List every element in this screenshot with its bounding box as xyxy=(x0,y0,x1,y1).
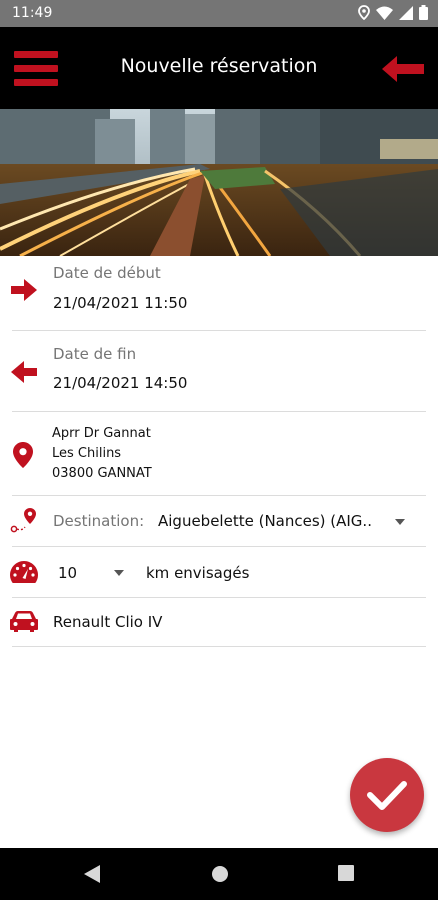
wifi-icon xyxy=(376,6,393,20)
address-line-2: Les Chilins xyxy=(52,446,122,461)
header-city-image xyxy=(0,109,438,256)
back-arrow-icon[interactable] xyxy=(380,53,426,85)
system-nav-bar xyxy=(0,848,438,900)
divider xyxy=(12,411,426,412)
nav-home-icon[interactable] xyxy=(211,865,229,883)
status-icons xyxy=(358,5,428,20)
address-line-3: 03800 GANNAT xyxy=(52,466,152,481)
divider xyxy=(12,597,426,598)
destination-select[interactable]: Aiguebelette (Nances) (AIG.. xyxy=(158,512,372,530)
location-status-icon xyxy=(358,5,370,20)
car-icon xyxy=(10,611,38,632)
signal-icon xyxy=(399,5,413,20)
start-date-label: Date de début xyxy=(53,264,161,282)
pickup-address: Aprr Dr Gannat Les Chilins 03800 GANNAT xyxy=(52,424,152,484)
status-time: 11:49 xyxy=(12,5,53,21)
arrow-right-icon xyxy=(11,279,37,301)
distance-dropdown-arrow[interactable] xyxy=(114,570,124,576)
confirm-button[interactable] xyxy=(350,758,424,832)
page-title: Nouvelle réservation xyxy=(120,55,318,77)
address-line-1: Aprr Dr Gannat xyxy=(52,426,151,441)
end-date-label: Date de fin xyxy=(53,345,137,363)
divider xyxy=(12,330,426,331)
speedometer-icon xyxy=(10,561,38,583)
divider xyxy=(12,495,426,496)
nav-recents-icon[interactable] xyxy=(338,865,354,881)
battery-icon xyxy=(419,5,428,20)
distance-unit: km envisagés xyxy=(146,564,250,582)
vehicle-value[interactable]: Renault Clio IV xyxy=(53,613,162,631)
nav-back-icon[interactable] xyxy=(84,865,100,883)
divider xyxy=(12,546,426,547)
end-date-value[interactable]: 21/04/2021 14:50 xyxy=(53,374,187,392)
destination-dropdown-arrow[interactable] xyxy=(395,519,405,525)
app-bar: Nouvelle réservation xyxy=(0,27,438,109)
arrow-left-icon xyxy=(11,361,37,383)
check-icon xyxy=(367,781,407,810)
route-destination-icon xyxy=(10,508,36,533)
distance-select[interactable]: 10 xyxy=(58,564,77,582)
status-bar: 11:49 xyxy=(0,0,438,27)
destination-label: Destination: xyxy=(53,512,145,530)
location-pin-icon xyxy=(13,442,33,468)
start-date-value[interactable]: 21/04/2021 11:50 xyxy=(53,294,187,312)
divider xyxy=(12,646,426,647)
